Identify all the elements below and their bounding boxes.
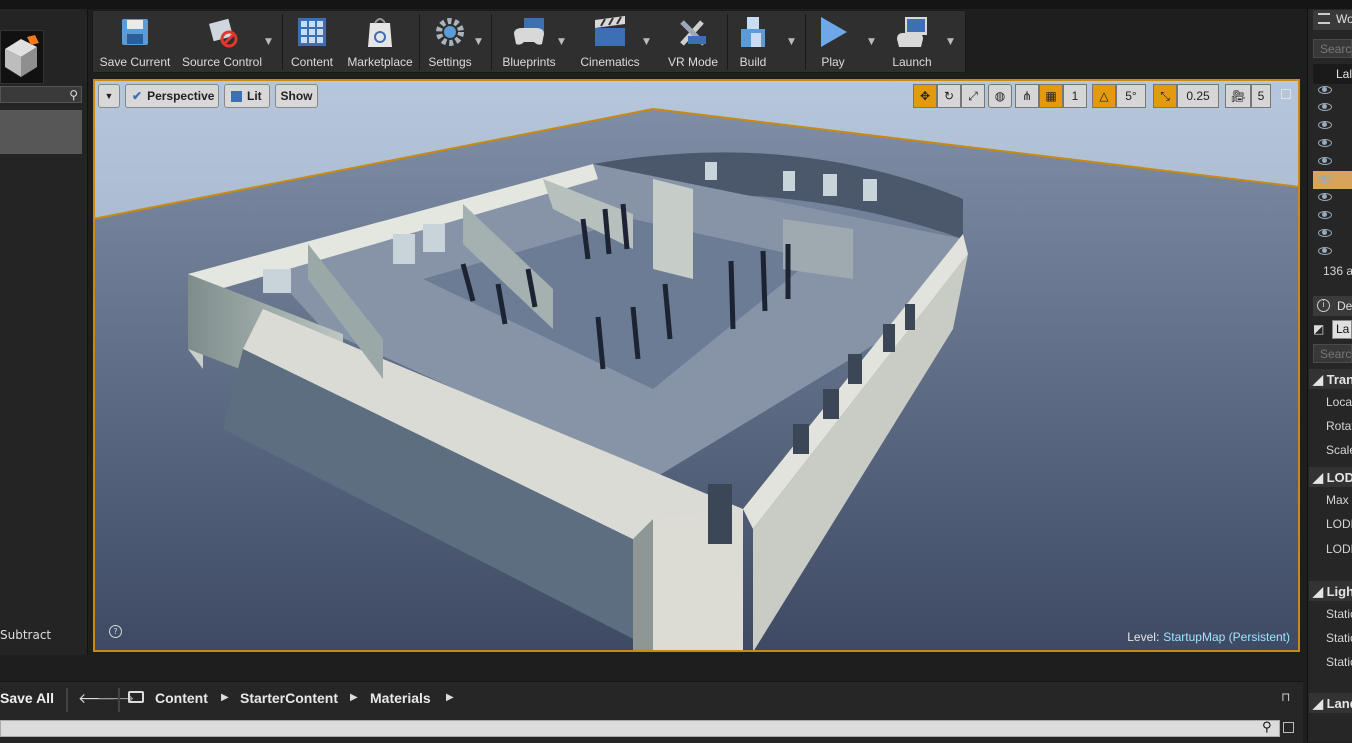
cinematics-dropdown-icon[interactable]: ▼ <box>643 37 650 47</box>
play-icon <box>816 15 850 49</box>
rotate-mode-icon[interactable]: ↻ <box>937 84 961 108</box>
visibility-eye-icon[interactable] <box>1318 157 1332 165</box>
visibility-eye-icon[interactable] <box>1318 193 1332 201</box>
lit-cube-icon <box>231 90 242 102</box>
scale-mode-icon[interactable]: ⤢ <box>961 84 985 108</box>
blueprints-button[interactable]: Blueprints <box>497 11 561 72</box>
level-viewport[interactable]: ▼ ✔ Perspective Lit Show ✥ ↻ ⤢ ◍ ⋔ ▦ 1 △… <box>93 79 1300 652</box>
maximize-viewport-icon[interactable] <box>1281 89 1291 99</box>
search-icon: ⚲ <box>1262 720 1272 735</box>
cube-icon <box>5 35 39 77</box>
marketplace-button[interactable]: Marketplace <box>343 11 417 72</box>
toolbar-separator <box>419 14 420 70</box>
info-icon: i <box>1317 299 1330 312</box>
toolbar-separator <box>805 14 806 70</box>
content-button[interactable]: Content <box>287 11 337 72</box>
place-mode-tile[interactable] <box>0 30 44 84</box>
visibility-eye-icon[interactable] <box>1318 211 1332 219</box>
scene-render <box>95 81 1298 650</box>
visibility-eye-icon[interactable] <box>1318 121 1332 129</box>
marketplace-icon <box>363 15 397 49</box>
visibility-eye-icon[interactable] <box>1318 175 1332 183</box>
perspective-dropdown[interactable]: ✔ Perspective <box>125 84 219 108</box>
breadcrumb-arrow-icon[interactable]: ▶ <box>350 692 358 703</box>
help-icon[interactable]: ? <box>109 625 122 638</box>
toolbar-separator <box>727 14 728 70</box>
clapperboard-icon <box>593 15 627 49</box>
viewport-options-dropdown[interactable]: ▼ <box>98 84 120 108</box>
build-icon <box>736 15 770 49</box>
breadcrumb-materials[interactable]: Materials <box>370 690 431 706</box>
scale-snap-value[interactable]: 0.25 <box>1177 84 1219 108</box>
rotation-snap-value[interactable]: 5° <box>1116 84 1146 108</box>
actor-count: 136 a <box>1323 264 1352 278</box>
top-strip <box>0 0 1352 9</box>
gear-icon <box>433 15 467 49</box>
modes-panel <box>0 9 88 655</box>
breadcrumb-arrow-icon[interactable]: ▶ <box>446 692 454 703</box>
breadcrumb-starter-content[interactable]: StarterContent <box>240 690 338 706</box>
vr-tools-icon <box>676 15 710 49</box>
actor-type-icon: ◩ <box>1313 322 1325 336</box>
save-search-icon[interactable] <box>1283 722 1294 733</box>
build-button[interactable]: Build <box>733 11 773 72</box>
toolbar-separator <box>282 14 283 70</box>
settings-dropdown-icon[interactable]: ▼ <box>475 37 482 47</box>
cinematics-button[interactable]: Cinematics <box>577 11 643 72</box>
visibility-eye-icon[interactable] <box>1318 86 1332 94</box>
blueprints-dropdown-icon[interactable]: ▼ <box>558 37 565 47</box>
save-current-button[interactable]: Save Current <box>99 11 171 72</box>
lod-header: ◢ LOD <box>1313 470 1352 485</box>
launch-dropdown-icon[interactable]: ▼ <box>947 37 954 47</box>
blueprints-icon <box>512 15 546 49</box>
launch-button[interactable]: Launch <box>887 11 937 72</box>
launch-icon <box>895 15 929 49</box>
camera-speed-value[interactable]: 5 <box>1251 84 1271 108</box>
visibility-eye-icon[interactable] <box>1318 139 1332 147</box>
toolbar-separator <box>491 14 492 70</box>
search-icon: ⚲ <box>69 88 78 102</box>
toolbar-separator <box>66 688 68 712</box>
breadcrumb-arrow-icon[interactable]: ▶ <box>221 692 229 703</box>
subtract-label[interactable]: Subtract <box>0 628 51 642</box>
translate-mode-icon[interactable]: ✥ <box>913 84 937 108</box>
source-control-dropdown-icon[interactable]: ▼ <box>265 37 272 47</box>
rotation-snap-icon[interactable]: △ <box>1092 84 1116 108</box>
folder-icon <box>128 691 144 703</box>
source-control-icon <box>205 15 239 49</box>
modes-category-selected[interactable] <box>0 110 82 154</box>
lighting-header: ◢ Light <box>1313 584 1352 599</box>
show-dropdown[interactable]: Show <box>275 84 318 108</box>
level-label: Level: StartupMap (Persistent) <box>1127 630 1290 644</box>
play-dropdown-icon[interactable]: ▼ <box>868 37 875 47</box>
content-icon <box>295 15 329 49</box>
grid-snap-value[interactable]: 1 <box>1063 84 1087 108</box>
world-local-icon[interactable]: ◍ <box>988 84 1012 108</box>
outliner-list-icon <box>1318 13 1330 24</box>
landscape-header: ◢ Land <box>1313 696 1352 711</box>
toolbar-separator <box>118 688 120 712</box>
play-button[interactable]: Play <box>813 11 853 72</box>
modes-search-input[interactable]: ⚲ <box>0 86 82 103</box>
transform-header: ◢ Trans <box>1313 372 1352 387</box>
grid-snap-icon[interactable]: ▦ <box>1039 84 1063 108</box>
vr-mode-button[interactable]: VR Mode <box>661 11 725 72</box>
perspective-check-icon: ✔ <box>132 89 143 103</box>
visibility-eye-icon[interactable] <box>1318 229 1332 237</box>
settings-button[interactable]: Settings <box>423 11 477 72</box>
source-control-button[interactable]: Source Control <box>179 11 265 72</box>
visibility-eye-icon[interactable] <box>1318 103 1332 111</box>
lock-icon[interactable]: ⊓ <box>1281 690 1290 704</box>
asset-search-input[interactable] <box>0 720 1280 737</box>
build-dropdown-icon[interactable]: ▼ <box>788 37 795 47</box>
scale-snap-icon[interactable]: ⤡ <box>1153 84 1177 108</box>
breadcrumb-content[interactable]: Content <box>155 690 208 706</box>
main-toolbar: Save Current Source Control ▼ Content Ma… <box>92 10 966 73</box>
visibility-eye-icon[interactable] <box>1318 247 1332 255</box>
surface-snap-icon[interactable]: ⋔ <box>1015 84 1039 108</box>
lit-dropdown[interactable]: Lit <box>224 84 270 108</box>
camera-speed-icon[interactable]: 🎥︎ <box>1225 84 1251 108</box>
save-icon <box>118 15 152 49</box>
save-all-button[interactable]: Save All <box>0 690 54 706</box>
